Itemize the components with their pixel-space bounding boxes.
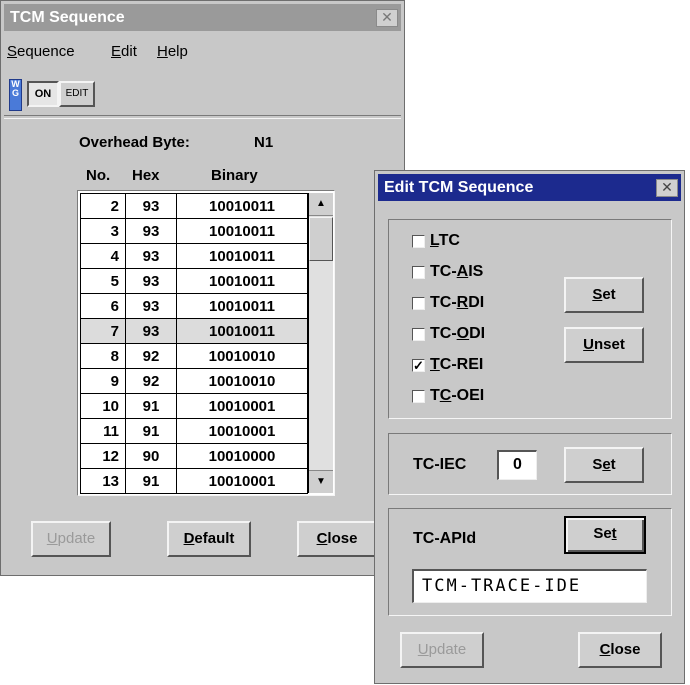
toolbar-divider <box>4 115 401 119</box>
column-header-hex: Hex <box>132 167 160 184</box>
cell-hex: 93 <box>125 293 177 319</box>
cell-hex: 93 <box>125 268 177 294</box>
cell-bin: 10010010 <box>176 343 308 369</box>
cell-bin: 10010000 <box>176 443 308 469</box>
toolbar: WG ON EDIT <box>7 77 399 113</box>
close-icon[interactable]: ✕ <box>376 9 398 27</box>
table-row[interactable]: 11 91 10010001 <box>80 418 308 444</box>
checkbox-box[interactable] <box>412 389 425 403</box>
cell-bin: 10010001 <box>176 393 308 419</box>
cell-hex: 92 <box>125 368 177 394</box>
tcm-sequence-window: TCM Sequence ✕ Sequence Edit Help WG ON … <box>0 0 405 576</box>
checkbox-box[interactable] <box>412 296 425 310</box>
cell-bin: 10010011 <box>176 193 308 219</box>
tc-apid-set-button[interactable]: Set <box>564 516 646 554</box>
cell-bin: 10010011 <box>176 243 308 269</box>
cell-no: 3 <box>80 218 126 244</box>
cell-no: 9 <box>80 368 126 394</box>
checkbox-box[interactable] <box>412 327 425 341</box>
cell-hex: 93 <box>125 218 177 244</box>
checkbox-tc-rdi[interactable]: TC-RDI <box>412 291 484 315</box>
cell-bin: 10010011 <box>176 293 308 319</box>
menu-sequence[interactable]: Sequence <box>7 43 75 60</box>
update-button[interactable]: Update <box>31 521 111 557</box>
wg-icon[interactable]: WG <box>9 79 22 111</box>
default-button[interactable]: Default <box>167 521 251 557</box>
cell-hex: 92 <box>125 343 177 369</box>
overhead-byte-value: N1 <box>254 134 274 151</box>
cell-bin: 10010011 <box>176 318 308 344</box>
column-header-binary: Binary <box>211 167 258 184</box>
checkbox-box-checked[interactable]: ✓ <box>412 358 425 372</box>
cell-hex: 91 <box>125 468 177 494</box>
dialog-title-bar[interactable]: Edit TCM Sequence ✕ <box>378 174 681 201</box>
overhead-byte-label: Overhead Byte: <box>79 134 190 151</box>
checkbox-tc-odi[interactable]: TC-ODI <box>412 322 485 346</box>
table-row[interactable]: 8 92 10010010 <box>80 343 308 369</box>
checkbox-tc-rei[interactable]: ✓ TC-REI <box>412 353 483 377</box>
cell-no: 12 <box>80 443 126 469</box>
cell-no: 6 <box>80 293 126 319</box>
menu-edit[interactable]: Edit <box>111 43 137 60</box>
cell-bin: 10010011 <box>176 268 308 294</box>
cell-no: 13 <box>80 468 126 494</box>
scroll-up-arrow[interactable]: ▲ <box>309 193 333 216</box>
column-header-no: No. <box>86 167 111 184</box>
cell-no: 2 <box>80 193 126 219</box>
flags-unset-button[interactable]: Unset <box>564 327 644 363</box>
cell-no: 11 <box>80 418 126 444</box>
tc-iec-set-button[interactable]: Set <box>564 447 644 483</box>
on-button[interactable]: ON <box>27 81 59 107</box>
table-row[interactable]: 12 90 10010000 <box>80 443 308 469</box>
table-row[interactable]: 3 93 10010011 <box>80 218 308 244</box>
checkbox-box[interactable] <box>412 265 425 279</box>
close-button[interactable]: Close <box>297 521 377 557</box>
cell-bin: 10010010 <box>176 368 308 394</box>
window-title: TCM Sequence <box>10 9 125 26</box>
table-row[interactable]: 10 91 10010001 <box>80 393 308 419</box>
cell-hex: 93 <box>125 318 177 344</box>
dialog-update-button[interactable]: Update <box>400 632 484 668</box>
cell-bin: 10010001 <box>176 468 308 494</box>
dialog-title: Edit TCM Sequence <box>384 179 534 196</box>
sequence-table[interactable]: 2 93 10010011 3 93 10010011 4 93 10010011 5 93 1001… <box>80 193 308 494</box>
tc-iec-label: TC-IEC <box>413 456 467 473</box>
table-row[interactable]: 6 93 10010011 <box>80 293 308 319</box>
cell-hex: 90 <box>125 443 177 469</box>
tc-apid-label: TC-APId <box>413 530 477 547</box>
flags-set-button[interactable]: Set <box>564 277 644 313</box>
checkbox-tc-oei[interactable]: TC-OEI <box>412 384 484 408</box>
scroll-thumb[interactable] <box>309 217 333 261</box>
cell-no: 8 <box>80 343 126 369</box>
checkbox-box[interactable] <box>412 234 425 248</box>
table-row[interactable]: 2 93 10010011 <box>80 193 308 219</box>
edit-toggle-button[interactable]: EDIT <box>59 81 95 107</box>
cell-no: 4 <box>80 243 126 269</box>
cell-bin: 10010001 <box>176 418 308 444</box>
scroll-down-arrow[interactable]: ▼ <box>309 470 333 493</box>
cell-no: 7 <box>80 318 126 344</box>
dialog-close-icon[interactable]: ✕ <box>656 179 678 197</box>
cell-no: 5 <box>80 268 126 294</box>
menu-help[interactable]: Help <box>157 43 188 60</box>
cell-bin: 10010011 <box>176 218 308 244</box>
cell-hex: 91 <box>125 393 177 419</box>
cell-hex: 91 <box>125 418 177 444</box>
checkbox-ltc[interactable]: LTC <box>412 229 460 253</box>
cell-no: 10 <box>80 393 126 419</box>
table-row[interactable]: 9 92 10010010 <box>80 368 308 394</box>
scrollbar[interactable]: ▲ ▼ <box>308 193 333 493</box>
title-bar[interactable]: TCM Sequence ✕ <box>4 4 401 31</box>
tc-iec-input[interactable]: 0 <box>497 450 537 480</box>
table-row[interactable]: 7 93 10010011 <box>80 318 308 344</box>
table-row[interactable]: 5 93 10010011 <box>80 268 308 294</box>
dialog-close-button[interactable]: Close <box>578 632 662 668</box>
cell-hex: 93 <box>125 243 177 269</box>
checkbox-tc-ais[interactable]: TC-AIS <box>412 260 483 284</box>
table-row[interactable]: 4 93 10010011 <box>80 243 308 269</box>
tc-apid-input[interactable]: TCM-TRACE-IDE <box>412 569 647 603</box>
table-row[interactable]: 13 91 10010001 <box>80 468 308 494</box>
cell-hex: 93 <box>125 193 177 219</box>
